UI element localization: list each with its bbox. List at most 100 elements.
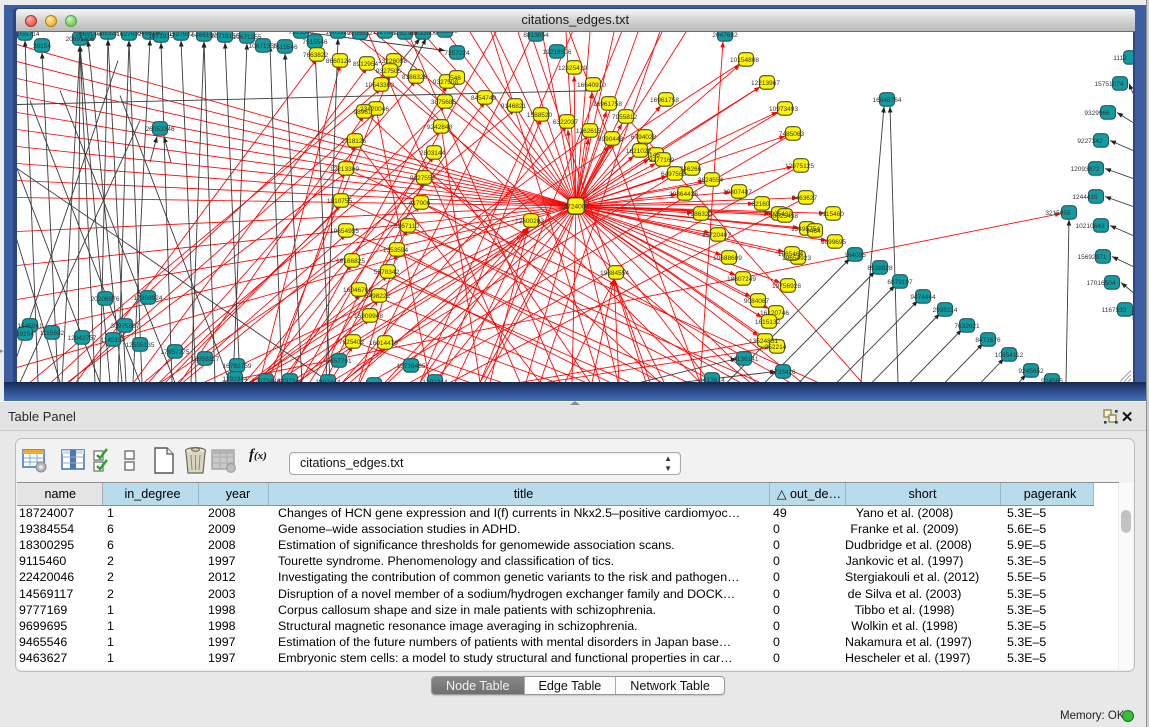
svg-text:19384554: 19384554 <box>600 269 629 276</box>
svg-text:16961758: 16961758 <box>650 96 679 103</box>
svg-text:6879197: 6879197 <box>887 278 913 285</box>
svg-text:17359924: 17359924 <box>134 294 163 301</box>
svg-text:1362615: 1362615 <box>576 127 602 134</box>
svg-text:1621022: 1621022 <box>626 147 652 154</box>
svg-text:16914479: 16914479 <box>369 339 398 346</box>
svg-text:9427552: 9427552 <box>410 174 436 181</box>
svg-text:6322037: 6322037 <box>553 118 579 125</box>
svg-text:17016504: 17016504 <box>1087 279 1116 286</box>
svg-text:1527602: 1527602 <box>168 32 194 38</box>
svg-text:1292344: 1292344 <box>222 375 248 382</box>
svg-text:9242848: 9242848 <box>427 123 453 130</box>
svg-text:12325419: 12325419 <box>558 64 587 71</box>
svg-text:1353594: 1353594 <box>383 246 409 253</box>
svg-text:15751074: 15751074 <box>1095 80 1124 87</box>
svg-text:13226058: 13226058 <box>378 57 407 64</box>
svg-text:15909948: 15909948 <box>354 312 383 319</box>
svg-text:7986322: 7986322 <box>687 210 713 217</box>
svg-text:10543362: 10543362 <box>365 81 394 88</box>
svg-text:1115682: 1115682 <box>40 329 65 336</box>
svg-text:2718126: 2718126 <box>341 137 367 144</box>
svg-text:8471676: 8471676 <box>975 336 1001 343</box>
svg-text:16648764: 16648764 <box>873 96 902 103</box>
svg-text:10025438: 10025438 <box>769 212 798 219</box>
svg-text:1112: 1112 <box>1113 54 1127 61</box>
svg-text:12505135: 12505135 <box>126 341 155 348</box>
svg-text:546: 546 <box>450 74 461 81</box>
svg-text:12300203: 12300203 <box>515 217 544 224</box>
svg-text:39154: 39154 <box>17 330 34 337</box>
svg-text:16640910: 16640910 <box>577 81 606 88</box>
svg-text:9474444: 9474444 <box>910 293 936 300</box>
svg-text:10671355: 10671355 <box>233 33 262 40</box>
svg-text:8186328: 8186328 <box>402 73 428 80</box>
svg-text:2105532: 2105532 <box>347 32 373 37</box>
svg-text:5498222: 5498222 <box>365 292 391 299</box>
svg-text:7663822: 7663822 <box>303 51 329 58</box>
svg-text:8912954: 8912954 <box>353 60 379 67</box>
svg-text:19756928: 19756928 <box>772 282 801 289</box>
svg-text:1603380: 1603380 <box>432 32 458 35</box>
svg-text:7485063: 7485063 <box>779 130 805 137</box>
svg-text:6794028: 6794028 <box>631 133 657 140</box>
svg-text:12942757: 12942757 <box>68 334 97 341</box>
svg-text:10154808: 10154808 <box>730 56 759 63</box>
svg-text:8660124: 8660124 <box>326 57 352 64</box>
svg-text:9115460: 9115460 <box>819 210 844 217</box>
svg-text:18724007: 18724007 <box>560 203 589 210</box>
svg-text:16120746: 16120746 <box>760 309 789 316</box>
svg-text:9464: 9464 <box>806 227 821 234</box>
svg-text:10807487: 10807487 <box>723 188 752 195</box>
svg-text:18807249: 18807249 <box>727 275 756 282</box>
svg-text:14055714: 14055714 <box>17 32 40 38</box>
svg-text:12213369: 12213369 <box>330 165 359 172</box>
svg-text:12213967: 12213967 <box>751 79 780 86</box>
svg-text:30975867: 30975867 <box>111 322 140 329</box>
svg-text:19166825: 19166825 <box>336 257 365 264</box>
svg-text:8990448: 8990448 <box>598 135 624 142</box>
svg-text:10654112: 10654112 <box>995 351 1024 358</box>
svg-text:3267110: 3267110 <box>394 222 419 229</box>
svg-text:1733426: 1733426 <box>770 368 796 375</box>
svg-text:1244415: 1244415 <box>1072 193 1098 200</box>
svg-text:7515546: 7515546 <box>288 32 314 36</box>
svg-text:164095: 164095 <box>844 251 866 258</box>
svg-text:7955812: 7955812 <box>612 113 638 120</box>
svg-text:62160: 62160 <box>751 200 769 207</box>
svg-text:8813054: 8813054 <box>523 32 549 39</box>
svg-text:1167533: 1167533 <box>1102 306 1127 313</box>
svg-text:1588520: 1588520 <box>527 111 553 118</box>
svg-text:2803144: 2803144 <box>420 149 446 156</box>
svg-text:9327505: 9327505 <box>376 67 402 74</box>
svg-text:9245652: 9245652 <box>1018 367 1044 374</box>
svg-text:3624554: 3624554 <box>698 176 724 183</box>
svg-text:39154: 39154 <box>33 42 51 49</box>
svg-text:1615132: 1615132 <box>755 318 781 325</box>
svg-text:8938928: 8938928 <box>867 264 893 271</box>
svg-text:6497568: 6497568 <box>661 170 687 177</box>
svg-text:2047682: 2047682 <box>712 32 738 39</box>
svg-text:9084067: 9084067 <box>744 297 770 304</box>
svg-text:15692971: 15692971 <box>1078 253 1107 260</box>
svg-text:1810755: 1810755 <box>327 197 353 204</box>
svg-text:1545061: 1545061 <box>17 322 43 329</box>
svg-text:1965464: 1965464 <box>778 250 804 257</box>
svg-text:3875685: 3875685 <box>431 98 457 105</box>
svg-text:9146821: 9146821 <box>501 102 527 109</box>
svg-text:13716485: 13716485 <box>397 362 426 369</box>
svg-text:2935114: 2935114 <box>933 306 958 313</box>
svg-text:9329966: 9329966 <box>1084 109 1110 116</box>
svg-text:19218506: 19218506 <box>543 48 572 55</box>
svg-text:16961758: 16961758 <box>593 100 622 107</box>
svg-text:9463627: 9463627 <box>792 194 818 201</box>
svg-text:19654955: 19654955 <box>330 227 359 234</box>
svg-text:17957275: 17957275 <box>161 348 190 355</box>
svg-text:12975125: 12975125 <box>785 162 814 169</box>
svg-text:5578342: 5578342 <box>374 268 400 275</box>
svg-text:7515546: 7515546 <box>302 38 328 45</box>
svg-text:20364436: 20364436 <box>669 190 698 197</box>
svg-text:3215955: 3215955 <box>1045 209 1071 216</box>
svg-text:7625402: 7625402 <box>339 338 365 345</box>
svg-text:10210643: 10210643 <box>1076 222 1105 229</box>
svg-text:20206576: 20206576 <box>91 295 120 302</box>
